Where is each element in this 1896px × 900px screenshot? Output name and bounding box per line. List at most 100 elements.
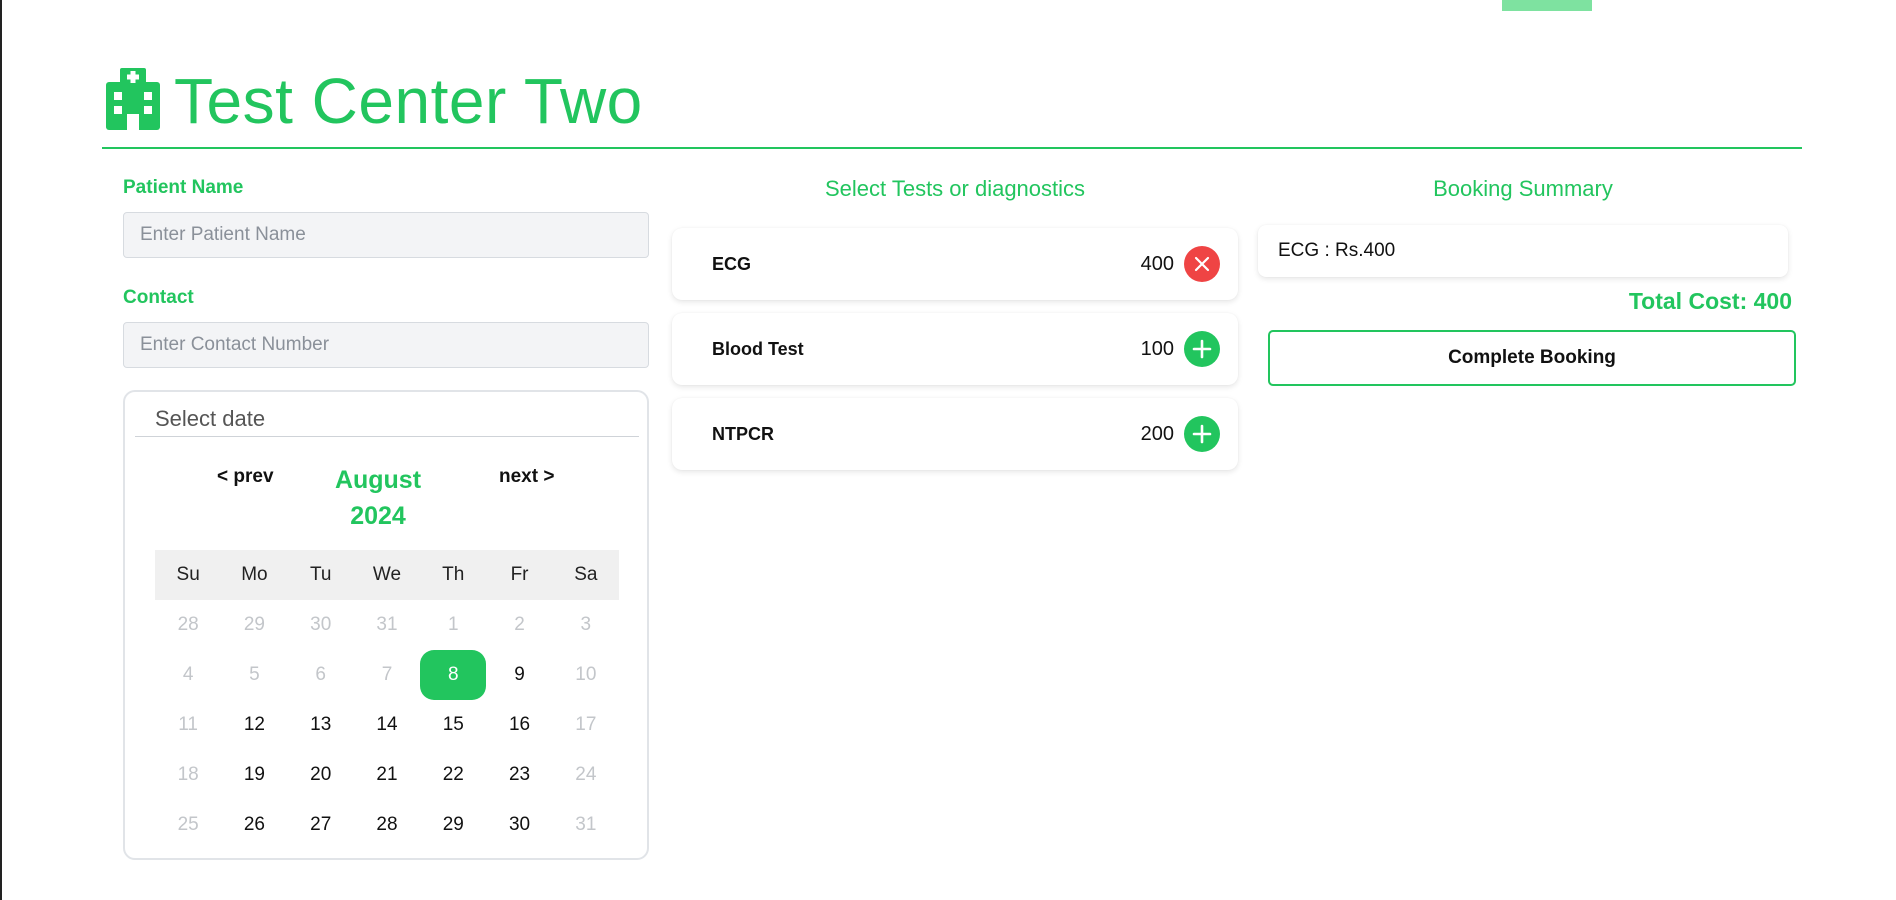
day-number: 17: [575, 714, 597, 735]
day-number: 29: [243, 614, 265, 635]
calendar-day[interactable]: 12: [221, 700, 287, 750]
day-number: 26: [243, 814, 265, 835]
day-number: 25: [177, 814, 199, 835]
day-number: 18: [177, 764, 199, 785]
calendar-day[interactable]: 27: [288, 800, 354, 850]
calendar-day[interactable]: 6: [288, 650, 354, 700]
calendar-day[interactable]: 11: [155, 700, 221, 750]
hospital-icon: [106, 68, 160, 130]
day-number: 23: [508, 764, 531, 785]
test-card-ntpcr: NTPCR 200: [672, 398, 1238, 470]
calendar-days-grid: 28 29 30 31 1 2 3 4 5 6 7 8 9 10 11 12 13 14 15 16 17 18 19 20 2…: [155, 600, 619, 850]
calendar-day[interactable]: 19: [221, 750, 287, 800]
day-number: 28: [376, 814, 398, 835]
next-month-button[interactable]: next >: [499, 466, 554, 488]
test-price: 200: [1140, 423, 1174, 445]
contact-input[interactable]: [123, 322, 649, 368]
weekday-label: Tu: [309, 564, 332, 585]
weekday-label: Sa: [574, 564, 598, 585]
weekday-label: Fr: [510, 564, 529, 585]
day-number: 24: [575, 764, 597, 785]
weekday-label: Su: [176, 564, 200, 585]
calendar-day[interactable]: 5: [221, 650, 287, 700]
day-number: 14: [376, 714, 398, 735]
calendar-day[interactable]: 23: [486, 750, 552, 800]
day-number: 1: [447, 614, 459, 635]
calendar-day[interactable]: 7: [354, 650, 420, 700]
plus-icon: [1192, 424, 1212, 444]
calendar-day[interactable]: 13: [288, 700, 354, 750]
calendar-day[interactable]: 1: [420, 600, 486, 650]
calendar-day[interactable]: 20: [288, 750, 354, 800]
calendar-day[interactable]: 2: [486, 600, 552, 650]
day-number: 16: [508, 714, 531, 735]
weekday-label: Th: [442, 564, 465, 585]
date-picker-divider: [135, 436, 639, 437]
window-edge: [0, 0, 2, 900]
calendar-day[interactable]: 16: [486, 700, 552, 750]
add-test-button[interactable]: [1184, 331, 1220, 367]
year-label: 2024: [350, 502, 406, 530]
weekday-label: We: [372, 564, 402, 585]
calendar-day[interactable]: 25: [155, 800, 221, 850]
calendar-day[interactable]: 4: [155, 650, 221, 700]
date-picker-label: Select date: [155, 406, 266, 431]
day-number: 22: [442, 764, 464, 785]
calendar-day[interactable]: 10: [553, 650, 619, 700]
calendar-day[interactable]: 3: [553, 600, 619, 650]
day-number: 13: [310, 714, 332, 735]
calendar-day[interactable]: 26: [221, 800, 287, 850]
complete-booking-button[interactable]: Complete Booking: [1268, 330, 1796, 386]
day-number: 3: [580, 614, 592, 635]
weekday-header: Su Mo Tu We Th Fr Sa: [155, 550, 619, 600]
day-number: 5: [249, 664, 260, 685]
booking-summary-title: Booking Summary: [1433, 176, 1613, 201]
calendar-day[interactable]: 18: [155, 750, 221, 800]
total-cost: Total Cost: 400: [1628, 288, 1792, 314]
day-number: 7: [381, 664, 393, 685]
day-number: 30: [508, 814, 531, 835]
day-number: 29: [442, 814, 464, 835]
remove-test-button[interactable]: [1184, 246, 1220, 282]
test-card-blood-test: Blood Test 100: [672, 313, 1238, 385]
top-tab-indicator: [1502, 0, 1592, 11]
date-picker: Select date < prev August 2024 next > Su…: [123, 390, 649, 860]
day-number: 9: [514, 664, 525, 685]
page-title: Test Center Two: [174, 65, 643, 137]
day-number: 28: [177, 614, 199, 635]
calendar-day[interactable]: 14: [354, 700, 420, 750]
test-card-ecg: ECG 400: [672, 228, 1238, 300]
calendar-day[interactable]: 22: [420, 750, 486, 800]
calendar-day[interactable]: 24: [553, 750, 619, 800]
day-number: 21: [376, 764, 398, 785]
calendar-day[interactable]: 28: [354, 800, 420, 850]
weekday-label: Mo: [241, 564, 268, 585]
header-divider: [102, 147, 1802, 149]
test-name: Blood Test: [712, 339, 804, 359]
calendar-day[interactable]: 21: [354, 750, 420, 800]
day-number: 4: [182, 664, 194, 685]
calendar-day[interactable]: 29: [221, 600, 287, 650]
add-test-button[interactable]: [1184, 416, 1220, 452]
calendar-day[interactable]: 30: [486, 800, 552, 850]
day-number: 10: [575, 664, 597, 685]
calendar-day[interactable]: 29: [420, 800, 486, 850]
patient-name-label: Patient Name: [123, 177, 244, 198]
month-label: August: [334, 466, 422, 494]
day-number: 30: [310, 614, 332, 635]
calendar-day[interactable]: 15: [420, 700, 486, 750]
day-number: 2: [514, 614, 525, 635]
calendar-day[interactable]: 9: [486, 650, 552, 700]
summary-line-item: ECG : Rs.400: [1258, 225, 1788, 277]
patient-name-input[interactable]: [123, 212, 649, 258]
calendar-day-selected[interactable]: 8: [420, 650, 487, 700]
calendar-day[interactable]: 30: [288, 600, 354, 650]
calendar-day[interactable]: 17: [553, 700, 619, 750]
test-name: NTPCR: [712, 424, 774, 444]
calendar-day[interactable]: 31: [553, 800, 619, 850]
calendar-day[interactable]: 31: [354, 600, 420, 650]
day-number: 31: [575, 814, 597, 835]
page-header: Test Center Two: [102, 62, 1802, 150]
calendar-day[interactable]: 28: [155, 600, 221, 650]
prev-month-button[interactable]: < prev: [217, 466, 274, 488]
